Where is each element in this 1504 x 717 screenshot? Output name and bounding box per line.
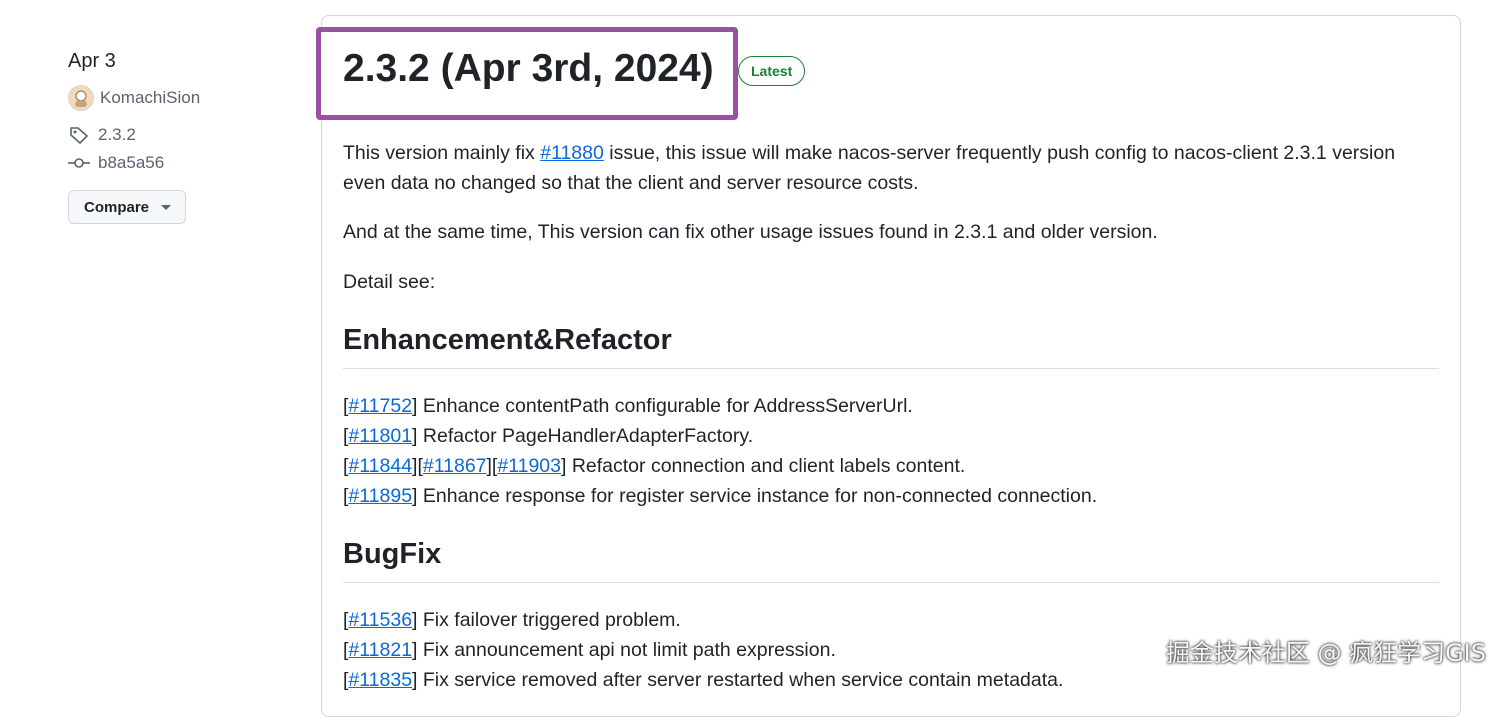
item-text: Enhance response for register service in… xyxy=(417,485,1098,507)
enhancement-heading: Enhancement&Refactor xyxy=(343,320,1439,369)
release-sidebar: Apr 3 KomachiSion 2.3.2 b8a5a56 Compare xyxy=(68,46,268,224)
issue-link[interactable]: #11867 xyxy=(423,455,487,477)
compare-label: Compare xyxy=(84,198,150,216)
issue-link[interactable]: #11821 xyxy=(348,639,412,661)
list-item: [#11844][#11867][#11903] Refactor connec… xyxy=(343,455,966,477)
tag-link[interactable]: 2.3.2 xyxy=(68,122,268,148)
issue-link[interactable]: #11844 xyxy=(348,455,412,477)
author-name[interactable]: KomachiSion xyxy=(100,88,200,108)
list-item: [#11895] Enhance response for register s… xyxy=(343,485,1098,507)
enhancement-list: [#11752] Enhance contentPath configurabl… xyxy=(343,391,1439,511)
list-item: [#11801] Refactor PageHandlerAdapterFact… xyxy=(343,425,754,447)
latest-badge: Latest xyxy=(738,56,806,86)
item-text: Fix announcement api not limit path expr… xyxy=(417,639,836,661)
list-item: [#11752] Enhance contentPath configurabl… xyxy=(343,395,913,417)
compare-button[interactable]: Compare xyxy=(68,190,187,224)
tag-name[interactable]: 2.3.2 xyxy=(98,125,136,145)
author-link[interactable]: KomachiSion xyxy=(68,82,268,114)
avatar xyxy=(68,85,94,111)
issue-link[interactable]: #11536 xyxy=(348,609,412,631)
paragraph-2: And at the same time, This version can f… xyxy=(343,221,1158,243)
release-date: Apr 3 xyxy=(68,50,116,72)
commit-link[interactable]: b8a5a56 xyxy=(68,150,268,176)
issue-link[interactable]: #11880 xyxy=(540,142,604,164)
watermark: 掘金技术社区 @ 疯狂学习GIS xyxy=(1165,639,1486,667)
paragraph-3: Detail see: xyxy=(343,271,436,293)
issue-link[interactable]: #11801 xyxy=(348,425,412,447)
list-item: [#11536] Fix failover triggered problem. xyxy=(343,609,681,631)
list-item: [#11835] Fix service removed after serve… xyxy=(343,669,1064,691)
issue-link[interactable]: #11903 xyxy=(497,455,561,477)
intro-text-before: This version mainly fix xyxy=(343,142,541,164)
issue-link[interactable]: #11895 xyxy=(348,485,412,507)
intro-paragraph: This version mainly fix #11880 issue, th… xyxy=(343,138,1439,198)
item-text: Fix service removed after server restart… xyxy=(417,669,1064,691)
item-text: Refactor PageHandlerAdapterFactory. xyxy=(417,425,754,447)
item-text: Refactor connection and client labels co… xyxy=(566,455,966,477)
release-notes: This version mainly fix #11880 issue, th… xyxy=(343,138,1439,695)
release-title[interactable]: 2.3.2 (Apr 3rd, 2024) xyxy=(343,44,714,94)
item-text: Enhance contentPath configurable for Add… xyxy=(417,395,913,417)
bugfix-heading: BugFix xyxy=(343,534,1439,583)
item-text: Fix failover triggered problem. xyxy=(417,609,681,631)
commit-hash[interactable]: b8a5a56 xyxy=(98,153,164,173)
issue-link[interactable]: #11752 xyxy=(348,395,412,417)
git-commit-icon xyxy=(68,154,90,172)
issue-link[interactable]: #11835 xyxy=(348,669,412,691)
tag-icon xyxy=(68,126,90,144)
chevron-down-icon xyxy=(161,204,172,210)
